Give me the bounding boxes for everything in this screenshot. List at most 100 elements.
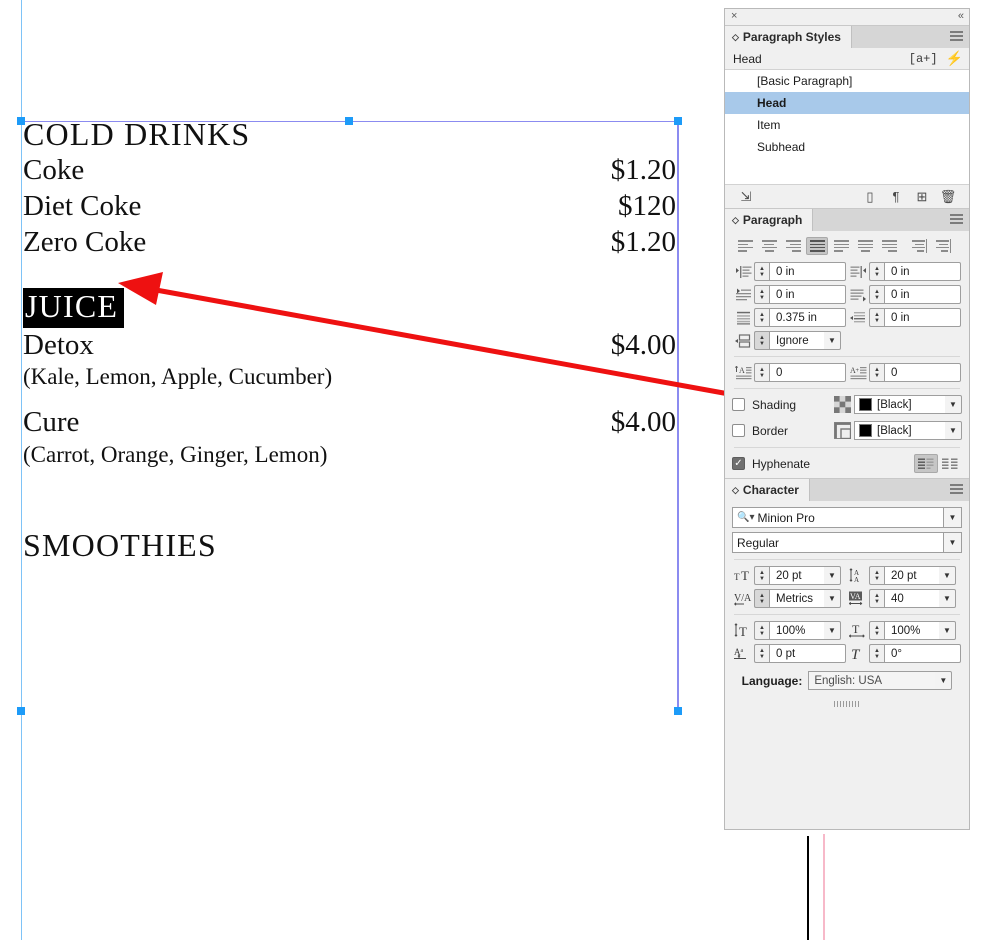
space-before-group[interactable]: ▲ ▼ 0.375 in bbox=[732, 308, 847, 327]
justify-last-left-button[interactable] bbox=[830, 237, 852, 255]
menu-line-item[interactable]: Diet Coke $120 bbox=[23, 189, 676, 225]
skew-input[interactable]: 0° bbox=[884, 644, 961, 663]
language-input[interactable]: English: USA bbox=[808, 671, 936, 690]
dock-title-bar[interactable]: × « bbox=[725, 9, 969, 25]
delete-style-icon[interactable]: 🗑 bbox=[935, 189, 961, 205]
paragraph-styles-tabbar[interactable]: ◇ Paragraph Styles bbox=[725, 26, 969, 48]
space-before-input[interactable]: 0.375 in bbox=[769, 308, 846, 327]
horizontal-scale-dropdown-icon[interactable]: ▼ bbox=[939, 621, 956, 640]
align-center-button[interactable] bbox=[758, 237, 780, 255]
justify-last-center-button[interactable] bbox=[854, 237, 876, 255]
tracking-stepper[interactable]: ▲ ▼ bbox=[869, 589, 884, 608]
leading-stepper[interactable]: ▲ ▼ bbox=[869, 566, 884, 585]
alignment-button-group[interactable] bbox=[732, 237, 962, 255]
single-line-composer-button[interactable] bbox=[938, 454, 962, 473]
font-family-row[interactable]: 🔍▾ Minion Pro ▼ bbox=[732, 507, 962, 528]
text-frame[interactable]: COLD DRINKS Coke $1.20 Diet Coke $120 Ze… bbox=[17, 116, 682, 715]
skew-stepper[interactable]: ▲ ▼ bbox=[869, 644, 884, 663]
baseline-shift-group[interactable]: Aa ▲ ▼ 0 pt bbox=[732, 644, 847, 663]
chevron-collapse-icon[interactable]: ◇ bbox=[732, 215, 739, 226]
skew-group[interactable]: T ▲ ▼ 0° bbox=[847, 644, 962, 663]
language-row[interactable]: Language: English: USA ▼ bbox=[732, 671, 962, 690]
drop-cap-lines-input[interactable]: 0 bbox=[769, 363, 846, 382]
border-color-dropdown-icon[interactable]: ▼ bbox=[945, 421, 962, 440]
kerning-dropdown-icon[interactable]: ▼ bbox=[824, 589, 841, 608]
space-between-same-input[interactable]: Ignore bbox=[769, 331, 824, 350]
vertical-scale-group[interactable]: T ▲ ▼ 100% ▼ bbox=[732, 621, 847, 640]
baseline-shift-input[interactable]: 0 pt bbox=[769, 644, 846, 663]
drop-cap-chars-stepper[interactable]: ▲ ▼ bbox=[869, 363, 884, 382]
horizontal-scale-stepper[interactable]: ▲ ▼ bbox=[869, 621, 884, 640]
search-icon[interactable]: 🔍▾ bbox=[737, 512, 754, 523]
style-list-item-subhead[interactable]: Subhead bbox=[725, 136, 969, 158]
last-line-indent-group[interactable]: ▲ ▼ 0 in bbox=[847, 285, 962, 304]
vertical-scale-dropdown-icon[interactable]: ▼ bbox=[824, 621, 841, 640]
menu-line-item[interactable]: Detox $4.00 bbox=[23, 328, 676, 364]
left-indent-group[interactable]: ▲ ▼ 0 in bbox=[732, 262, 847, 281]
space-after-stepper[interactable]: ▲ ▼ bbox=[869, 308, 884, 327]
font-size-stepper[interactable]: ▲ ▼ bbox=[754, 566, 769, 585]
kerning-input[interactable]: Metrics bbox=[769, 589, 824, 608]
character-tabbar[interactable]: ◇ Character bbox=[725, 479, 969, 501]
panel-menu-icon[interactable] bbox=[950, 214, 963, 225]
menu-text-content[interactable]: COLD DRINKS Coke $1.20 Diet Coke $120 Ze… bbox=[23, 116, 676, 564]
tracking-dropdown-icon[interactable]: ▼ bbox=[939, 589, 956, 608]
new-style-group-icon[interactable]: ▯ bbox=[857, 189, 883, 205]
baseline-shift-stepper[interactable]: ▲ ▼ bbox=[754, 644, 769, 663]
collapse-panel-icon[interactable]: « bbox=[958, 9, 964, 23]
kerning-stepper[interactable]: ▲ ▼ bbox=[754, 589, 769, 608]
menu-line-head[interactable]: COLD DRINKS bbox=[23, 116, 676, 153]
font-style-input[interactable]: Regular bbox=[732, 532, 943, 553]
horizontal-scale-group[interactable]: T ▲ ▼ 100% ▼ bbox=[847, 621, 962, 640]
current-style-row[interactable]: Head [a+] ⚡ bbox=[725, 48, 969, 70]
align-left-button[interactable] bbox=[734, 237, 756, 255]
font-family-dropdown-icon[interactable]: ▼ bbox=[943, 507, 962, 528]
paragraph-styles-list[interactable]: [Basic Paragraph] Head Item Subhead bbox=[725, 70, 969, 184]
font-size-dropdown-icon[interactable]: ▼ bbox=[824, 566, 841, 585]
chevron-collapse-icon[interactable]: ◇ bbox=[732, 485, 739, 496]
space-between-same-group[interactable]: ▲ ▼ Ignore ▼ bbox=[732, 331, 847, 350]
leading-group[interactable]: AA ▲ ▼ 20 pt ▼ bbox=[847, 566, 962, 585]
quick-apply-icon[interactable]: ⚡ bbox=[946, 50, 963, 67]
chevron-collapse-icon[interactable]: ◇ bbox=[732, 32, 739, 43]
vertical-scale-input[interactable]: 100% bbox=[769, 621, 824, 640]
space-before-stepper[interactable]: ▲ ▼ bbox=[754, 308, 769, 327]
shading-row[interactable]: Shading [Black] ▼ bbox=[732, 395, 962, 414]
panel-menu-icon[interactable] bbox=[950, 484, 963, 495]
menu-line-item[interactable]: Coke $1.20 bbox=[23, 153, 676, 189]
align-away-spine-button[interactable] bbox=[932, 237, 954, 255]
font-family-input[interactable]: 🔍▾ Minion Pro bbox=[732, 507, 943, 528]
hyphenate-row[interactable]: ✓ Hyphenate bbox=[732, 454, 962, 473]
border-row[interactable]: Border [Black] ▼ bbox=[732, 421, 962, 440]
font-style-row[interactable]: Regular ▼ bbox=[732, 532, 962, 553]
drop-cap-lines-stepper[interactable]: ▲ ▼ bbox=[754, 363, 769, 382]
tab-paragraph-styles[interactable]: ◇ Paragraph Styles bbox=[725, 26, 852, 48]
last-line-indent-input[interactable]: 0 in bbox=[884, 285, 961, 304]
leading-input[interactable]: 20 pt bbox=[884, 566, 939, 585]
left-indent-input[interactable]: 0 in bbox=[769, 262, 846, 281]
selection-handle-bottom-left[interactable] bbox=[17, 707, 25, 715]
style-list-item-basic-paragraph[interactable]: [Basic Paragraph] bbox=[725, 70, 969, 92]
tab-character[interactable]: ◇ Character bbox=[725, 479, 810, 501]
document-canvas[interactable]: COLD DRINKS Coke $1.20 Diet Coke $120 Ze… bbox=[0, 0, 825, 940]
menu-line-head[interactable]: SMOOTHIES bbox=[23, 527, 676, 564]
create-new-style-icon[interactable]: ⊞ bbox=[909, 189, 935, 205]
right-indent-input[interactable]: 0 in bbox=[884, 262, 961, 281]
border-color-display[interactable]: [Black] bbox=[854, 421, 945, 440]
first-line-indent-group[interactable]: ▲ ▼ 0 in bbox=[732, 285, 847, 304]
horizontal-scale-input[interactable]: 100% bbox=[884, 621, 939, 640]
font-size-input[interactable]: 20 pt bbox=[769, 566, 824, 585]
style-list-item-item[interactable]: Item bbox=[725, 114, 969, 136]
drop-cap-lines-group[interactable]: A ▲ ▼ 0 bbox=[732, 363, 847, 382]
style-override-badge[interactable]: [a+] bbox=[909, 52, 938, 66]
drop-cap-chars-group[interactable]: A + ▲ ▼ 0 bbox=[847, 363, 962, 382]
leading-dropdown-icon[interactable]: ▼ bbox=[939, 566, 956, 585]
font-size-group[interactable]: TT ▲ ▼ 20 pt ▼ bbox=[732, 566, 847, 585]
right-indent-stepper[interactable]: ▲ ▼ bbox=[869, 262, 884, 281]
drop-cap-chars-input[interactable]: 0 bbox=[884, 363, 961, 382]
language-dropdown-icon[interactable]: ▼ bbox=[935, 671, 953, 690]
font-style-dropdown-icon[interactable]: ▼ bbox=[943, 532, 962, 553]
style-list-item-head[interactable]: Head bbox=[725, 92, 969, 114]
paragraph-composer-button[interactable] bbox=[914, 454, 938, 473]
first-line-indent-input[interactable]: 0 in bbox=[769, 285, 846, 304]
